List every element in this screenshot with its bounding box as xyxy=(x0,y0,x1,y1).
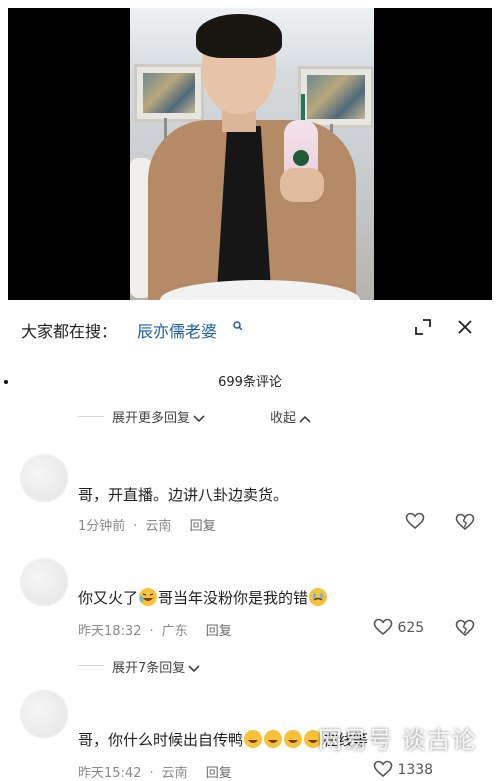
divider xyxy=(78,416,104,417)
expand-more-replies-button[interactable]: 展开更多回复 xyxy=(112,407,205,426)
hand xyxy=(280,168,324,202)
dislike-button[interactable] xyxy=(455,512,475,531)
laughing-emoji-icon xyxy=(264,730,283,748)
reply-button[interactable]: 回复 xyxy=(190,519,216,534)
comment-time: 昨天18:32 xyxy=(78,624,142,639)
divider xyxy=(78,665,104,666)
comment-text-part: 哥当年没粉你是我的错 xyxy=(158,589,309,607)
collapse-replies-button[interactable]: 收起 xyxy=(270,407,311,426)
reply-button[interactable]: 回复 xyxy=(206,624,232,639)
avatar[interactable] xyxy=(20,690,68,738)
reply-button[interactable]: 回复 xyxy=(206,766,232,781)
minimize-icon[interactable] xyxy=(414,318,432,336)
comment-meta: 昨天18:32 · 广东 回复 xyxy=(78,620,240,639)
background-painting xyxy=(298,66,374,128)
background-painting xyxy=(134,64,204,122)
comment-count: 699条评论 xyxy=(218,375,282,390)
comment-text: 你又火了 哥当年没粉你是我的错 xyxy=(78,587,328,608)
expand-replies-label: 展开7条回复 xyxy=(112,661,186,676)
search-term-link[interactable]: 辰亦儒老婆 xyxy=(137,318,217,342)
comment-meta: 昨天15:42 · 云南 回复 xyxy=(78,762,240,781)
video-player[interactable] xyxy=(8,8,492,300)
laughing-emoji-icon xyxy=(244,730,263,748)
separator-dot: · xyxy=(149,624,154,639)
heart-icon xyxy=(373,760,393,778)
avatar[interactable] xyxy=(20,454,68,502)
chevron-down-icon xyxy=(193,414,205,422)
like-button[interactable] xyxy=(405,512,425,530)
watermark: 网易号 谈古论 xyxy=(318,726,477,754)
comment-text-part: 你又火了 xyxy=(78,589,139,607)
comment-location: 云南 xyxy=(161,766,188,781)
cup-logo xyxy=(293,150,309,166)
chevron-down-icon xyxy=(188,664,200,672)
video-frame xyxy=(130,8,374,300)
search-icon[interactable] xyxy=(233,320,243,334)
like-button[interactable]: 1338 xyxy=(373,760,433,778)
comment-meta: 1分钟前 · 云南 回复 xyxy=(78,515,224,534)
comment-location: 广东 xyxy=(161,624,188,639)
person-hair xyxy=(196,14,282,58)
like-count: 625 xyxy=(397,620,425,636)
comment-text-part: 哥，你什么时候出自传鸭 xyxy=(78,731,244,749)
broken-heart-icon xyxy=(455,619,475,637)
crying-emoji-icon xyxy=(309,588,328,606)
dislike-button[interactable] xyxy=(455,618,475,637)
comment-time: 1分钟前 xyxy=(78,519,126,534)
like-count: 1338 xyxy=(397,762,434,778)
close-icon[interactable] xyxy=(456,318,474,336)
search-prefix-label: 大家都在搜： xyxy=(21,322,118,341)
avatar[interactable] xyxy=(20,558,68,606)
separator-dot: · xyxy=(149,766,154,781)
search-suggestion-bar: 大家都在搜： 辰亦儒老婆 xyxy=(0,300,500,358)
broken-heart-icon xyxy=(455,513,475,531)
laughing-emoji-icon xyxy=(284,730,303,748)
chevron-up-icon xyxy=(299,415,311,423)
expand-more-label: 展开更多回复 xyxy=(112,411,191,426)
heart-icon xyxy=(373,618,393,636)
heart-icon xyxy=(405,512,425,530)
like-button[interactable]: 625 xyxy=(373,618,424,636)
expand-replies-button[interactable]: 展开7条回复 xyxy=(112,657,200,676)
laughing-emoji-icon xyxy=(139,588,158,606)
reply-controls: 展开更多回复 收起 xyxy=(0,405,500,427)
comment-text: 哥，开直播。边讲八卦边卖货。 xyxy=(78,486,289,504)
separator-dot: · xyxy=(133,519,138,534)
comment-time: 昨天15:42 xyxy=(78,766,142,781)
comment-location: 云南 xyxy=(145,519,172,534)
collapse-label: 收起 xyxy=(270,411,297,426)
